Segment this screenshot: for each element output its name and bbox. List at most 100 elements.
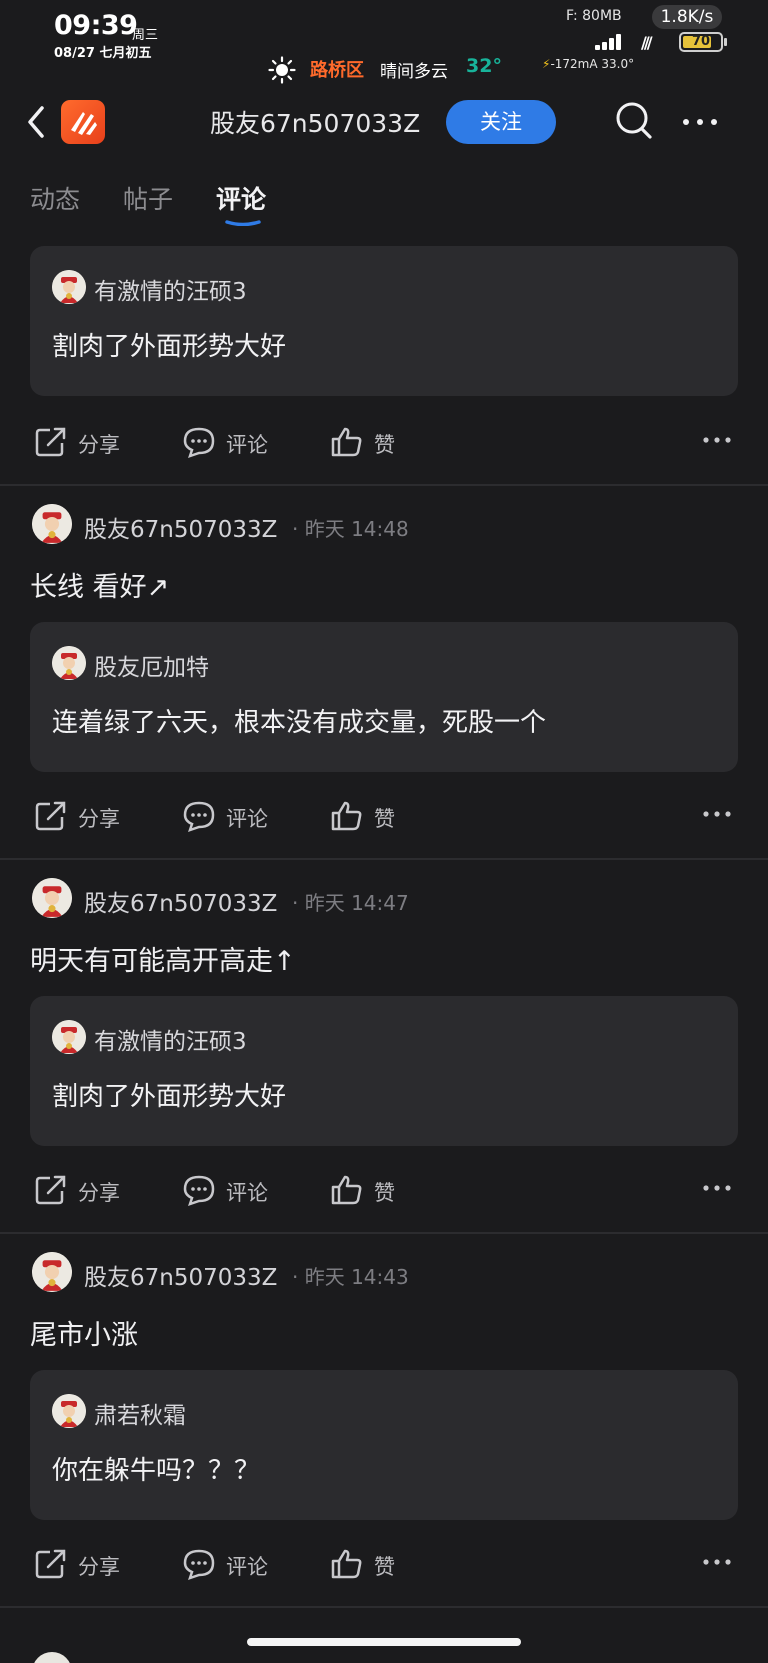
list-item: 股友67n507033Z · 昨天 14:47 明天有可能高开高走↑ 有激情的汪… xyxy=(0,860,768,1234)
clock-time: 09:39 xyxy=(54,10,138,41)
more-dots-icon[interactable] xyxy=(702,1176,732,1200)
avatar[interactable] xyxy=(32,878,72,918)
post-header: 股友67n507033Z · 昨天 14:48 xyxy=(30,486,738,552)
comment-button[interactable]: 评论 xyxy=(182,800,282,832)
avatar xyxy=(52,270,86,304)
share-button[interactable]: 分享 xyxy=(34,426,134,458)
date-line: 08/27 七月初五 xyxy=(54,46,152,61)
post-author[interactable]: 股友67n507033Z xyxy=(84,884,277,918)
quoted-comment[interactable]: 股友厄加特 连着绿了六天，根本没有成交量，死股一个 xyxy=(30,622,738,772)
status-bar: 09:39 周三 08/27 七月初五 路桥区 晴间多云 32° F: 80MB… xyxy=(0,0,768,88)
nav-bar: 股友67n507033Z 关注 xyxy=(0,90,768,156)
comment-label: 评论 xyxy=(226,807,268,831)
share-label: 分享 xyxy=(78,1555,120,1579)
quote-author[interactable]: 有激情的汪硕3 xyxy=(94,272,247,306)
post-text: 明天有可能高开高走↑ xyxy=(30,946,296,977)
post-text: 尾市小涨 xyxy=(30,1320,138,1351)
avatar xyxy=(52,646,86,680)
quote-author[interactable]: 肃若秋霜 xyxy=(94,1396,186,1430)
comment-button[interactable]: 评论 xyxy=(182,426,282,458)
like-button[interactable]: 赞 xyxy=(330,426,410,458)
app-logo[interactable] xyxy=(61,100,105,144)
action-bar: 分享 评论 赞 xyxy=(30,772,738,858)
battery-level: 70 xyxy=(691,34,711,49)
list-item: 有激情的汪硕3 割肉了外面形势大好 分享 评论 赞 xyxy=(0,246,768,486)
avatar xyxy=(52,1020,86,1054)
more-dots-icon[interactable] xyxy=(680,110,720,134)
follow-button[interactable]: 关注 xyxy=(446,100,556,144)
comment-label: 评论 xyxy=(226,1555,268,1579)
memory-indicator: F: 80MB xyxy=(566,8,622,24)
home-indicator[interactable] xyxy=(247,1638,521,1646)
share-label: 分享 xyxy=(78,1181,120,1205)
like-label: 赞 xyxy=(374,1181,395,1205)
chevron-left-icon[interactable] xyxy=(22,100,52,144)
avatar xyxy=(52,1394,86,1428)
avatar[interactable] xyxy=(32,504,72,544)
share-icon xyxy=(35,427,66,457)
more-dots-icon[interactable] xyxy=(702,802,732,826)
quote-text: 割肉了外面形势大好 xyxy=(52,332,287,362)
app-logo-icon xyxy=(71,112,97,135)
like-label: 赞 xyxy=(374,1555,395,1579)
list-item: 股友67n507033Z · 昨天 14:48 长线 看好↗ 股友厄加特 连着绿… xyxy=(0,486,768,860)
avatar-icon xyxy=(52,1394,86,1428)
tab-comments[interactable]: 评论 xyxy=(216,180,266,216)
action-bar: 分享 评论 赞 xyxy=(30,1520,738,1606)
avatar-icon xyxy=(52,270,86,304)
share-button[interactable]: 分享 xyxy=(34,1174,134,1206)
avatar-icon xyxy=(32,878,72,918)
quoted-comment[interactable]: 肃若秋霜 你在躲牛吗？？？ xyxy=(30,1370,738,1520)
active-tab-indicator xyxy=(225,220,261,226)
thumbs-up-icon xyxy=(331,801,362,831)
like-button[interactable]: 赞 xyxy=(330,1174,410,1206)
post-author[interactable]: 股友67n507033Z xyxy=(84,510,277,544)
share-icon xyxy=(35,1549,66,1579)
thumbs-up-icon xyxy=(331,1175,362,1205)
post-text: 长线 看好↗ xyxy=(30,572,170,603)
post-author[interactable]: 股友67n507033Z xyxy=(84,1258,277,1292)
quoted-comment[interactable]: 有激情的汪硕3 割肉了外面形势大好 xyxy=(30,996,738,1146)
quote-text: 割肉了外面形势大好 xyxy=(52,1082,287,1112)
comment-label: 评论 xyxy=(226,433,268,457)
avatar-icon xyxy=(32,1252,72,1292)
comment-icon xyxy=(183,1549,215,1580)
share-button[interactable]: 分享 xyxy=(34,1548,134,1580)
share-icon xyxy=(35,1175,66,1205)
avatar-icon xyxy=(32,504,72,544)
like-button[interactable]: 赞 xyxy=(330,1548,410,1580)
comment-icon xyxy=(183,801,215,832)
comment-button[interactable]: 评论 xyxy=(182,1548,282,1580)
share-label: 分享 xyxy=(78,807,120,831)
search-icon[interactable] xyxy=(614,100,654,142)
avatar-icon xyxy=(52,1020,86,1054)
quoted-comment[interactable]: 有激情的汪硕3 割肉了外面形势大好 xyxy=(30,246,738,396)
action-bar: 分享 评论 赞 xyxy=(30,398,738,484)
comment-label: 评论 xyxy=(226,1181,268,1205)
share-button[interactable]: 分享 xyxy=(34,800,134,832)
like-label: 赞 xyxy=(374,807,395,831)
more-dots-icon[interactable] xyxy=(702,1550,732,1574)
like-button[interactable]: 赞 xyxy=(330,800,410,832)
thumbs-up-icon xyxy=(331,1549,362,1579)
quote-author[interactable]: 有激情的汪硕3 xyxy=(94,1022,247,1056)
more-dots-icon[interactable] xyxy=(702,428,732,452)
post-timestamp: · 昨天 14:48 xyxy=(292,517,409,541)
profile-tabs: 动态 帖子 评论 xyxy=(0,176,768,230)
avatar[interactable] xyxy=(32,1252,72,1292)
avatar xyxy=(32,1652,72,1663)
tab-posts[interactable]: 帖子 xyxy=(123,180,173,216)
quote-text: 你在躲牛吗？？？ xyxy=(52,1456,261,1486)
signal-icon xyxy=(595,34,623,50)
charge-info: ⚡-172mA 33.0° xyxy=(542,57,634,71)
share-icon xyxy=(35,801,66,831)
weather-temperature: 32° xyxy=(466,55,502,77)
post-header: 股友67n507033Z · 昨天 14:47 xyxy=(30,860,738,926)
quote-author[interactable]: 股友厄加特 xyxy=(94,648,209,682)
like-label: 赞 xyxy=(374,433,395,457)
post-timestamp: · 昨天 14:47 xyxy=(292,891,409,915)
tab-activity[interactable]: 动态 xyxy=(30,180,80,216)
comment-button[interactable]: 评论 xyxy=(182,1174,282,1206)
weather-description: 晴间多云 xyxy=(380,62,448,82)
action-bar: 分享 评论 赞 xyxy=(30,1146,738,1232)
